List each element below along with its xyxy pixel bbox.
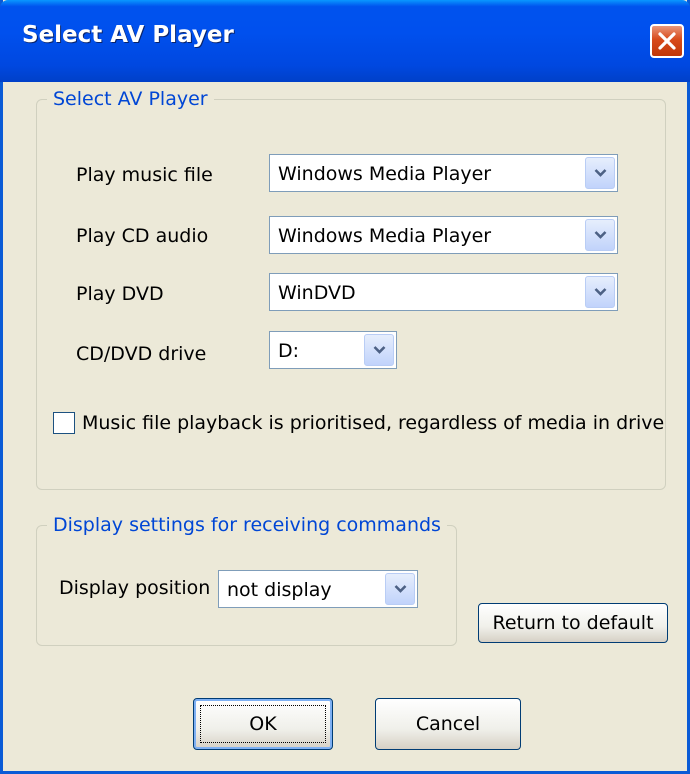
play-cd-select[interactable]: Windows Media Player (269, 216, 618, 254)
chevron-down-icon (394, 585, 407, 593)
cancel-label: Cancel (415, 713, 481, 735)
window-title: Select AV Player (22, 22, 234, 48)
play-dvd-select[interactable]: WinDVD (269, 273, 618, 311)
av-player-group-legend: Select AV Player (53, 88, 208, 110)
play-music-select[interactable]: Windows Media Player (269, 154, 618, 192)
ok-label: OK (249, 713, 277, 735)
title-bar[interactable]: Select AV Player (0, 0, 690, 82)
close-icon (658, 32, 676, 50)
play-dvd-value: WinDVD (278, 282, 356, 304)
cancel-button[interactable]: Cancel (375, 698, 521, 750)
play-dvd-label: Play DVD (76, 283, 164, 305)
drive-dropdown-button[interactable] (364, 334, 394, 366)
ok-button[interactable]: OK (193, 698, 333, 750)
play-dvd-dropdown-button[interactable] (585, 276, 615, 308)
drive-label: CD/DVD drive (76, 343, 207, 365)
drive-value: D: (278, 340, 300, 362)
close-button[interactable] (650, 24, 684, 58)
display-position-dropdown-button[interactable] (385, 573, 415, 605)
chevron-down-icon (594, 231, 607, 239)
play-cd-value: Windows Media Player (278, 225, 492, 247)
music-priority-checkbox[interactable] (53, 412, 75, 434)
play-music-value: Windows Media Player (278, 163, 492, 185)
chevron-down-icon (373, 346, 386, 354)
play-cd-dropdown-button[interactable] (585, 219, 615, 251)
display-position-value: not display (227, 579, 332, 601)
return-to-default-label: Return to default (492, 612, 654, 634)
play-cd-label: Play CD audio (76, 225, 209, 247)
play-music-dropdown-button[interactable] (585, 157, 615, 189)
play-music-label: Play music file (76, 164, 213, 186)
display-settings-legend: Display settings for receiving commands (53, 514, 441, 536)
display-position-label: Display position (59, 577, 211, 599)
chevron-down-icon (594, 169, 607, 177)
return-to-default-button[interactable]: Return to default (478, 603, 668, 643)
display-position-select[interactable]: not display (218, 570, 418, 608)
chevron-down-icon (594, 288, 607, 296)
dialog-window: Select AV Player Select AV Player Play m… (0, 0, 690, 774)
music-priority-label[interactable]: Music file playback is prioritised, rega… (82, 412, 664, 434)
drive-select[interactable]: D: (269, 331, 397, 369)
